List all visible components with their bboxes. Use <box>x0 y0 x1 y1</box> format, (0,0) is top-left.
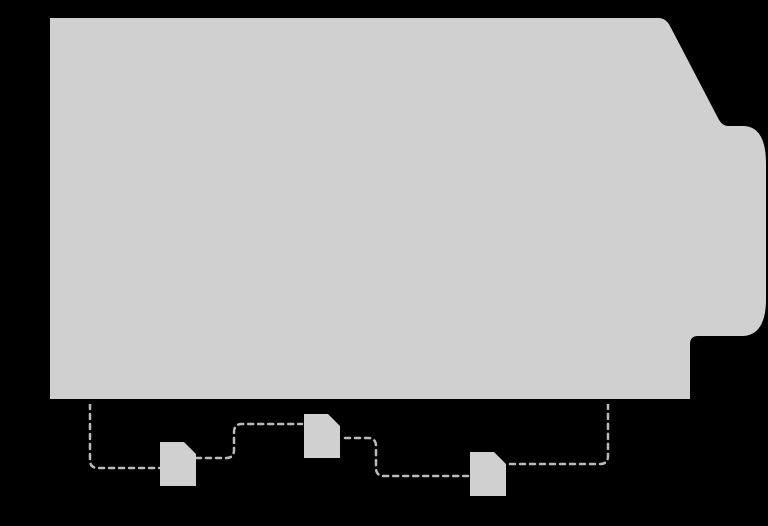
file-icon-1 <box>156 438 200 490</box>
file-icon-3 <box>466 448 510 500</box>
main-panel <box>46 14 766 404</box>
file-icon-2 <box>300 410 344 462</box>
